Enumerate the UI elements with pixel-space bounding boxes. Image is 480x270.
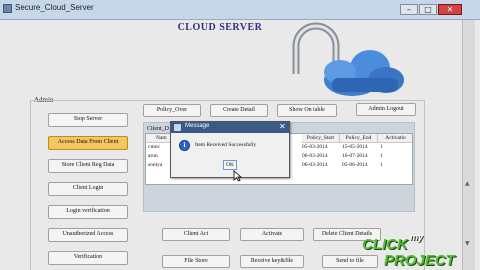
watermark-click: CLICK xyxy=(362,236,408,253)
dialog-close-button[interactable]: ✕ xyxy=(279,122,286,131)
dialog-app-icon xyxy=(174,124,181,131)
client-act-button[interactable]: Client Act xyxy=(162,228,230,241)
message-dialog: Message ✕ i Item Received Successfully O… xyxy=(170,121,290,178)
scroll-arrow-icon[interactable]: ▲ xyxy=(465,180,470,187)
stop-server-button[interactable]: Stop Server xyxy=(48,113,128,127)
send-to-file-button[interactable]: Send to file xyxy=(322,255,378,268)
vertical-scrollbar[interactable]: ▲ ▼ xyxy=(462,20,475,270)
ok-button[interactable]: OK xyxy=(223,160,237,170)
policy-over-button[interactable]: Policy_Over xyxy=(143,104,201,117)
access-data-from-client-button[interactable]: Access Data From Client xyxy=(48,136,128,150)
client-login-button[interactable]: Client Login xyxy=(48,182,128,196)
verification-button[interactable]: Verification xyxy=(48,251,128,265)
cell-policy-start: 06-03-2014 xyxy=(302,153,328,159)
title-bar: Secure_Cloud_Server – □ ✕ xyxy=(0,0,480,20)
watermark-project: PROJECT xyxy=(384,252,455,269)
close-button[interactable]: ✕ xyxy=(438,4,462,15)
cell-name: cmoc xyxy=(148,144,160,150)
dialog-title: Message xyxy=(185,123,210,129)
store-client-reg-data-button[interactable]: Store Client Reg Data xyxy=(48,159,128,173)
login-verification-button[interactable]: Login verification xyxy=(48,205,128,219)
column-header-policy-end[interactable]: Policy_End xyxy=(340,134,378,143)
activate-button[interactable]: Activate xyxy=(240,228,304,241)
maximize-button[interactable]: □ xyxy=(419,4,437,15)
cell-name: arun xyxy=(148,153,158,159)
watermark-my: my xyxy=(410,232,424,242)
app-window: Secure_Cloud_Server – □ ✕ CLOUD SERVER A… xyxy=(0,0,480,270)
cell-policy-start: 06-03-2014 xyxy=(302,162,328,168)
cell-activation: 1 xyxy=(380,153,383,159)
info-icon: i xyxy=(179,140,190,151)
column-header-policy-start[interactable]: Policy_Start xyxy=(302,134,340,143)
column-header-activation[interactable]: Activatio xyxy=(378,134,412,143)
cloud-lock-illustration xyxy=(292,22,404,96)
cell-policy-end: 05-06-2014 xyxy=(342,162,368,168)
cell-policy-start: 05-03-2014 xyxy=(302,144,328,150)
dialog-title-bar: Message ✕ xyxy=(171,122,289,133)
cell-name: soniya xyxy=(148,162,163,168)
unauthorized-access-button[interactable]: Unauthorized Access xyxy=(48,228,128,242)
window-title: Secure_Cloud_Server xyxy=(15,3,94,12)
minimize-button[interactable]: – xyxy=(400,4,418,15)
mouse-cursor-icon xyxy=(233,170,242,182)
cell-activation: 1 xyxy=(380,162,383,168)
show-on-table-button[interactable]: Show On table xyxy=(277,104,337,117)
receive-key-file-button[interactable]: Receive key&file xyxy=(240,255,304,268)
cell-activation: 1 xyxy=(380,144,383,150)
cell-policy-end: 16-07-2014 xyxy=(342,153,368,159)
dialog-message: Item Received Successfully xyxy=(195,142,257,148)
admin-logout-button[interactable]: Admin Logout xyxy=(356,103,416,116)
file-store-button[interactable]: File Store xyxy=(162,255,230,268)
table-label: Client_D xyxy=(147,126,169,132)
create-detail-button[interactable]: Create Detail xyxy=(210,104,268,117)
cell-policy-end: 15-05-2014 xyxy=(342,144,368,150)
app-icon xyxy=(3,4,12,13)
scroll-arrow-down-icon[interactable]: ▼ xyxy=(465,240,470,247)
